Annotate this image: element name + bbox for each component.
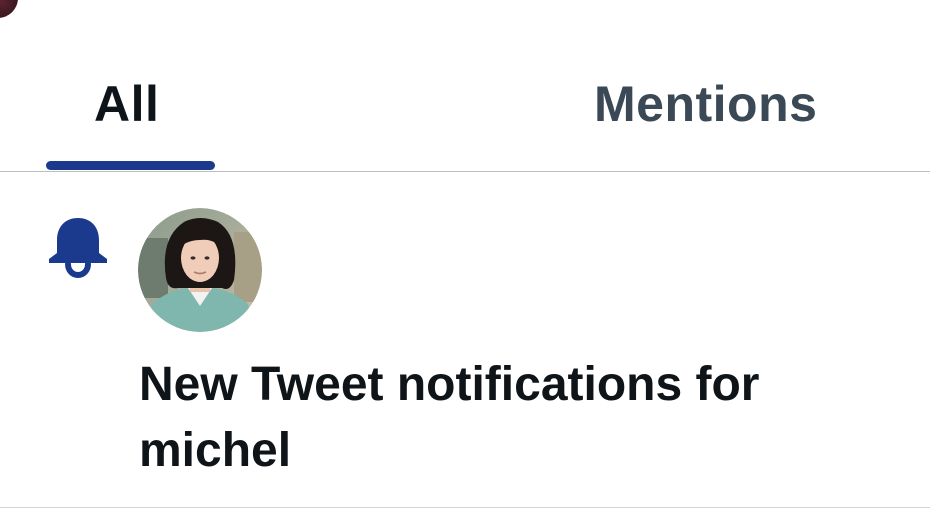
notifications-page: All Mentions New Tweet notifications for… — [0, 0, 930, 523]
notification-tabs: All Mentions — [0, 0, 930, 172]
active-tab-indicator — [46, 161, 215, 170]
notification-text[interactable]: New Tweet notifications for michel — [139, 352, 899, 484]
notification-divider — [0, 507, 930, 508]
tabs-divider — [0, 171, 930, 172]
user-avatar[interactable] — [138, 208, 262, 332]
bell-icon — [46, 214, 110, 279]
tab-all[interactable]: All — [94, 72, 159, 136]
tab-mentions[interactable]: Mentions — [594, 72, 817, 136]
